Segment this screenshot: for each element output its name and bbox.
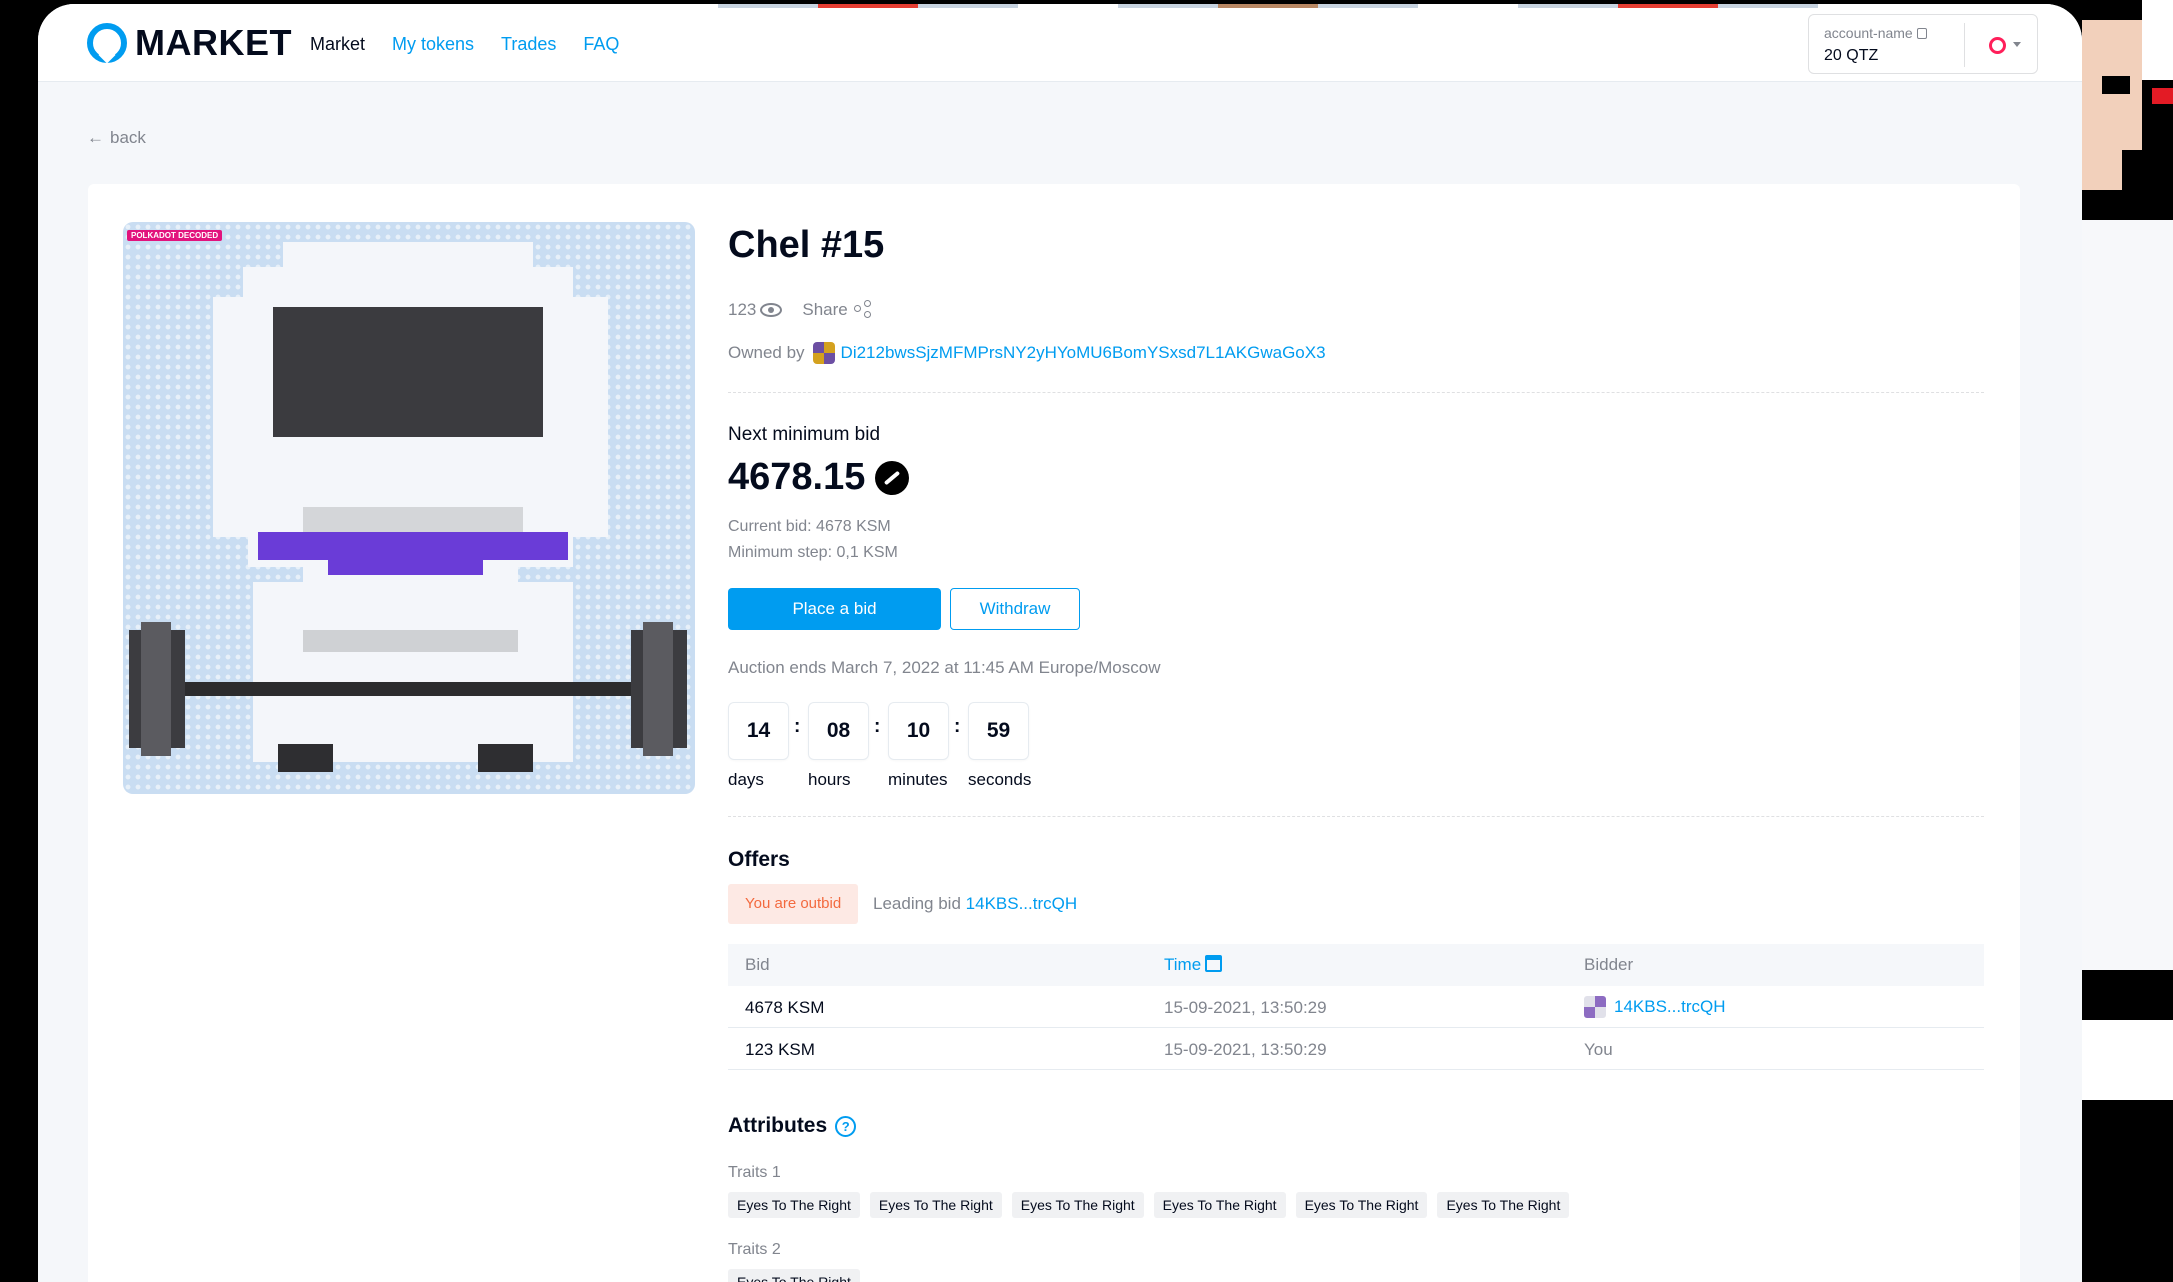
countdown-minutes: 10 — [888, 702, 949, 760]
owner-row: Owned by Di212bwsSjzMFMPrsNY2yHYoMU6BomY… — [728, 342, 1326, 364]
back-link[interactable]: ← back — [87, 128, 146, 148]
background-pixel-art — [2082, 0, 2173, 220]
traits-chips: Eyes To The Right Eyes To The Right Eyes… — [728, 1192, 1570, 1218]
offers-table-header: Bid Time Bidder — [728, 944, 1984, 986]
trait-chip: Eyes To The Right — [728, 1269, 860, 1282]
countdown-seconds: 59 — [968, 702, 1029, 760]
table-row: 123 KSM 15-09-2021, 13:50:29 You — [728, 1028, 1984, 1070]
current-bid: Current bid: 4678 KSM — [728, 518, 891, 535]
countdown-hours: 08 — [808, 702, 869, 760]
account-avatar-icon[interactable] — [1989, 37, 2006, 54]
copy-icon[interactable] — [1916, 28, 1927, 39]
traits-label: Traits 2 — [728, 1241, 781, 1258]
offers-title: Offers — [728, 848, 790, 871]
astronaut-pixel-art — [129, 242, 687, 772]
eye-icon — [760, 303, 783, 317]
countdown-separator: : — [794, 716, 801, 737]
chevron-down-icon[interactable] — [2013, 42, 2021, 47]
arrow-left-icon: ← — [87, 128, 104, 147]
logo[interactable]: MARKET — [87, 22, 292, 64]
account-divider — [1964, 23, 1965, 67]
countdown-seconds-label: seconds — [968, 770, 1032, 789]
traits-chips: Eyes To The Right — [728, 1269, 860, 1282]
countdown-days-label: days — [728, 770, 764, 789]
owner-avatar-icon — [812, 342, 835, 364]
logo-text: MARKET — [135, 22, 292, 63]
account-name-row: account-name — [1824, 25, 1927, 41]
background-panel — [2082, 220, 2173, 970]
column-time[interactable]: Time — [1164, 955, 1223, 975]
row-time: 15-09-2021, 13:50:29 — [1164, 1040, 1327, 1059]
leading-bidder-link[interactable]: 14KBS...trcQH — [966, 894, 1077, 913]
table-row: 4678 KSM 15-09-2021, 13:50:29 14KBS...tr… — [728, 986, 1984, 1028]
row-time: 15-09-2021, 13:50:29 — [1164, 998, 1327, 1017]
share-icon — [853, 300, 872, 318]
next-min-bid-value: 4678.15 — [728, 456, 910, 499]
countdown-days: 14 — [728, 702, 789, 760]
header-decor-strip — [718, 4, 1818, 8]
withdraw-button[interactable]: Withdraw — [950, 588, 1080, 630]
ksm-icon — [875, 460, 910, 495]
trait-chip: Eyes To The Right — [869, 1192, 1002, 1218]
row-bidder-link[interactable]: 14KBS...trcQH — [1584, 996, 1725, 1018]
token-card: POLKADOT DECODED Chel #15 123 Share Owne… — [88, 184, 2020, 1282]
countdown-minutes-label: minutes — [888, 770, 948, 789]
next-min-bid-label: Next minimum bid — [728, 424, 881, 445]
account-selector[interactable]: account-name 20 QTZ — [1808, 14, 2038, 74]
trait-chip: Eyes To The Right — [1011, 1192, 1144, 1218]
countdown-separator: : — [874, 716, 881, 737]
countdown-separator: : — [954, 716, 961, 737]
bidder-avatar-icon — [1584, 996, 1606, 1018]
nav-trades[interactable]: Trades — [501, 34, 556, 55]
outbid-badge: You are outbid — [728, 884, 859, 924]
owned-by-label: Owned by — [728, 343, 805, 362]
divider — [728, 816, 1984, 817]
back-label: back — [110, 128, 146, 147]
owner-address-link[interactable]: Di212bwsSjzMFMPrsNY2yHYoMU6BomYSxsd7L1AK… — [841, 343, 1326, 363]
main-nav: Market My tokens Trades FAQ — [310, 34, 619, 55]
nft-image: POLKADOT DECODED — [123, 222, 695, 794]
trait-chip: Eyes To The Right — [1153, 1192, 1286, 1218]
view-count: 123 — [728, 300, 783, 320]
logo-icon — [87, 23, 127, 63]
nav-faq[interactable]: FAQ — [583, 34, 619, 55]
share-button[interactable]: Share — [802, 300, 871, 320]
account-balance: 20 QTZ — [1824, 47, 1879, 64]
divider — [728, 392, 1984, 393]
attributes-title: Attributes? — [728, 1114, 857, 1138]
row-bid: 123 KSM — [745, 1040, 815, 1059]
browser-window: MARKET Market My tokens Trades FAQ accou… — [38, 4, 2082, 1282]
auction-ends: Auction ends March 7, 2022 at 11:45 AM E… — [728, 658, 1161, 677]
traits-label: Traits 1 — [728, 1164, 781, 1181]
minimum-step: Minimum step: 0,1 KSM — [728, 544, 898, 561]
leading-bid: Leading bid 14KBS...trcQH — [873, 894, 1078, 913]
nav-market[interactable]: Market — [310, 34, 365, 55]
trait-chip: Eyes To The Right — [1295, 1192, 1428, 1218]
trait-chip: Eyes To The Right — [1437, 1192, 1570, 1218]
row-bidder: You — [1584, 1040, 1613, 1059]
background-panel — [2082, 1020, 2173, 1100]
token-title: Chel #15 — [728, 224, 885, 266]
row-bid: 4678 KSM — [745, 998, 825, 1017]
stage: MARKET Market My tokens Trades FAQ accou… — [0, 0, 2173, 1282]
help-icon[interactable]: ? — [835, 1115, 857, 1137]
nav-my-tokens[interactable]: My tokens — [392, 34, 474, 55]
header: MARKET Market My tokens Trades FAQ accou… — [38, 4, 2082, 82]
account-name: account-name — [1824, 25, 1913, 41]
token-meta: 123 Share — [728, 300, 872, 320]
column-bidder: Bidder — [1584, 955, 1634, 974]
place-bid-button[interactable]: Place a bid — [728, 588, 941, 630]
countdown-hours-label: hours — [808, 770, 851, 789]
column-bid: Bid — [745, 955, 770, 974]
calendar-icon — [1205, 955, 1223, 972]
trait-chip: Eyes To The Right — [728, 1192, 860, 1218]
